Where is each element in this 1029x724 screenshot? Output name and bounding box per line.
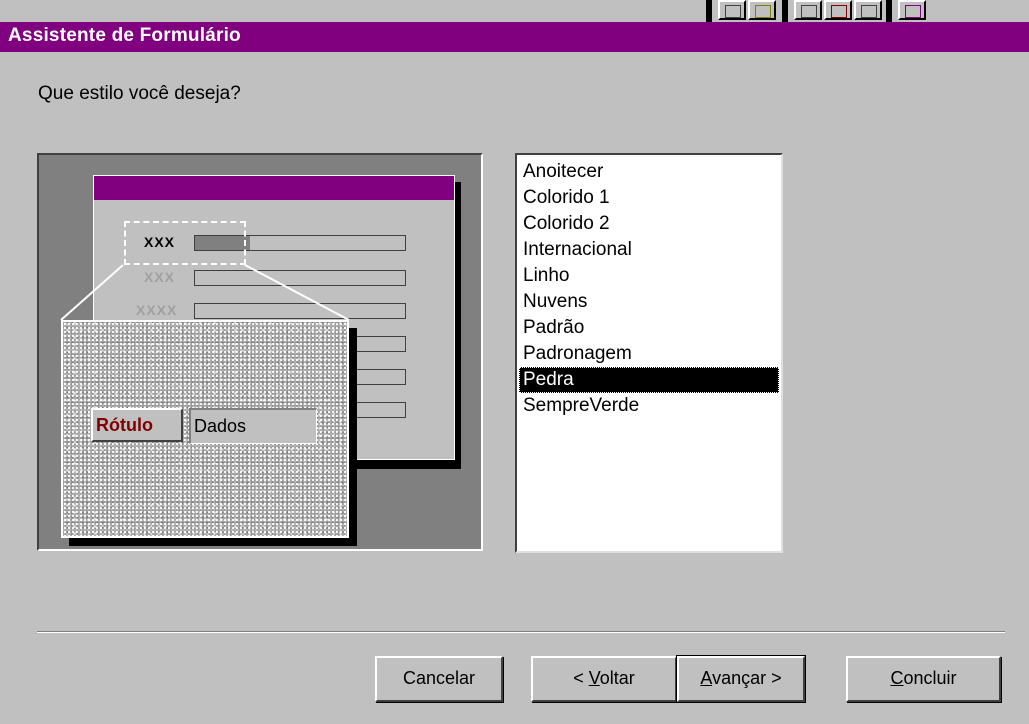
style-option[interactable]: Colorido 1 <box>519 185 779 211</box>
form-icon[interactable] <box>824 0 852 20</box>
style-option[interactable]: Padronagem <box>519 341 779 367</box>
back-button[interactable]: < Voltar <box>531 656 677 702</box>
style-question: Que estilo você deseja? <box>38 83 241 104</box>
zoom-detail: Rótulo Dados <box>61 320 349 538</box>
toolbar-separator <box>886 0 892 22</box>
next-button-rest: vançar > <box>712 668 782 688</box>
finish-button-rest: oncluir <box>903 668 957 688</box>
style-option[interactable]: Colorido 2 <box>519 211 779 237</box>
style-option[interactable]: SempreVerde <box>519 393 779 419</box>
cancel-button[interactable]: Cancelar <box>375 656 503 702</box>
next-button-hotkey: A <box>700 668 713 688</box>
window-title: Assistente de Formulário <box>8 25 241 46</box>
more-icon[interactable] <box>898 0 926 20</box>
toolbar-fragment <box>706 0 1029 22</box>
style-option[interactable]: Nuvens <box>519 289 779 315</box>
new-icon[interactable] <box>718 0 746 20</box>
back-button-rest: oltar <box>599 668 635 688</box>
style-option[interactable]: Anoitecer <box>519 159 779 185</box>
finish-button-hotkey: C <box>890 668 904 688</box>
back-button-hotkey: V <box>588 668 600 688</box>
open-icon[interactable] <box>748 0 776 20</box>
style-option-selected[interactable]: Pedra <box>519 367 779 393</box>
style-option[interactable]: Internacional <box>519 237 779 263</box>
zoom-data-sample: Dados <box>189 408 317 444</box>
toolbar-separator <box>706 0 712 22</box>
style-listbox[interactable]: Anoitecer Colorido 1 Colorido 2 Internac… <box>515 153 783 553</box>
next-button[interactable]: Avançar > <box>676 655 806 703</box>
toolbar-separator <box>782 0 788 22</box>
style-preview: XXX XXX XXXX Rótulo Dados <box>37 153 483 551</box>
style-option[interactable]: Linho <box>519 263 779 289</box>
cancel-button-label: Cancelar <box>402 668 476 688</box>
button-separator <box>37 631 1005 633</box>
style-option[interactable]: Padrão <box>519 315 779 341</box>
back-button-prefix: < <box>573 668 589 688</box>
title-bar: Assistente de Formulário <box>0 22 1029 52</box>
zoom-label-sample: Rótulo <box>91 408 183 442</box>
properties-icon[interactable] <box>794 0 822 20</box>
picture-icon[interactable] <box>854 0 882 20</box>
finish-button[interactable]: Concluir <box>846 656 1001 702</box>
